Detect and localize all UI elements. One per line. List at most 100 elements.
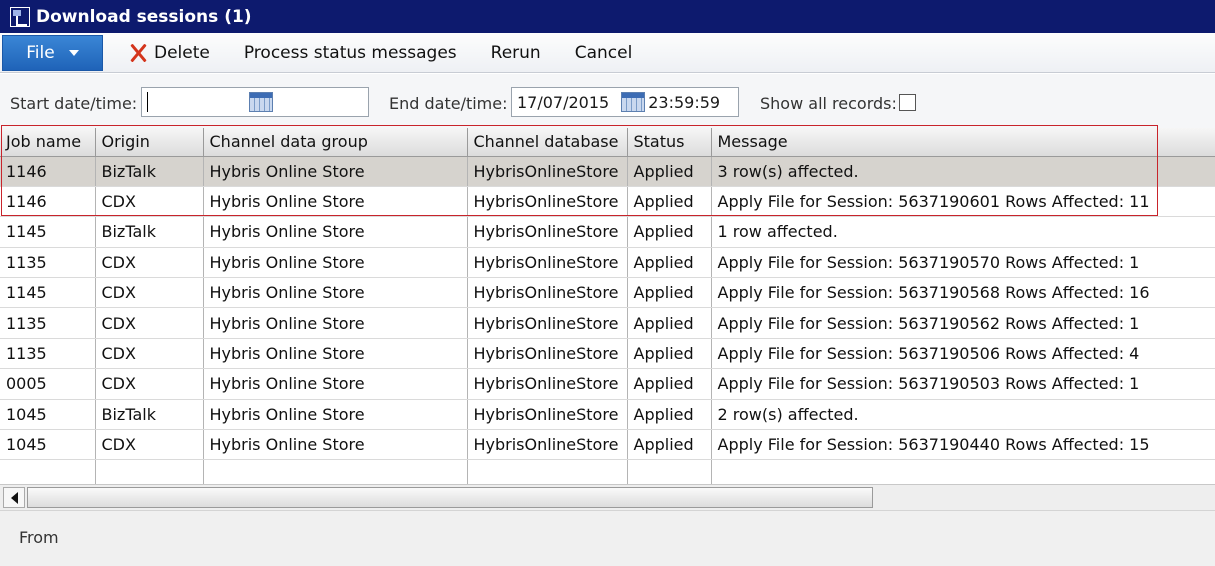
status-cell[interactable]: Applied	[627, 307, 712, 339]
message-cell[interactable]: Apply File for Session: 5637190562 Rows …	[711, 307, 1215, 339]
channel-database-cell[interactable]: HybrisOnlineStore	[467, 277, 628, 309]
job-name-cell[interactable]: 1135	[0, 307, 96, 339]
table-row[interactable]: 1145 BizTalk Hybris Online Store HybrisOnli…	[0, 216, 1215, 248]
job-name-cell[interactable]: 1146	[0, 156, 96, 187]
status-cell[interactable]: Applied	[627, 338, 712, 370]
job-name-cell[interactable]: 1135	[0, 338, 96, 370]
status-cell[interactable]: Applied	[627, 399, 712, 431]
origin-cell[interactable]: CDX	[95, 307, 204, 339]
channel-database-cell[interactable]: HybrisOnlineStore	[467, 186, 628, 218]
horizontal-scrollbar[interactable]	[0, 484, 1215, 510]
channel-data-group-cell[interactable]: Hybris Online Store	[203, 338, 468, 370]
start-calendar-icon[interactable]	[249, 92, 273, 112]
file-button-label: File	[26, 42, 55, 63]
process-button-label: Process status messages	[243, 42, 457, 63]
status-cell[interactable]: Applied	[627, 277, 712, 309]
origin-cell[interactable]: CDX	[95, 277, 204, 309]
job-name-cell[interactable]: 1145	[0, 277, 96, 309]
origin-cell[interactable]: BizTalk	[95, 216, 204, 248]
status-cell[interactable]: Applied	[627, 247, 712, 279]
channel-data-group-cell[interactable]: Hybris Online Store	[203, 216, 468, 248]
message-cell[interactable]: Apply File for Session: 5637190568 Rows …	[711, 277, 1215, 309]
job-name-cell[interactable]: 1045	[0, 399, 96, 431]
message-cell[interactable]: Apply File for Session: 5637190503 Rows …	[711, 368, 1215, 400]
scroll-left-arrow-icon[interactable]	[3, 487, 25, 508]
channel-data-group-cell[interactable]: Hybris Online Store	[203, 368, 468, 400]
channel-database-cell[interactable]: HybrisOnlineStore	[467, 247, 628, 279]
rerun-button[interactable]: Rerun	[474, 35, 558, 71]
status-cell[interactable]: Applied	[627, 186, 712, 218]
end-datetime-label: End date/time:	[389, 94, 508, 113]
origin-cell[interactable]: BizTalk	[95, 156, 204, 187]
channel-data-group-cell[interactable]: Hybris Online Store	[203, 247, 468, 279]
empty-cell	[203, 459, 468, 484]
channel-database-cell[interactable]: HybrisOnlineStore	[467, 429, 628, 461]
channel-database-cell[interactable]: HybrisOnlineStore	[467, 156, 628, 187]
channel-database-cell[interactable]: HybrisOnlineStore	[467, 399, 628, 431]
column-header-message[interactable]: Message	[711, 128, 1215, 157]
origin-cell[interactable]: CDX	[95, 247, 204, 279]
message-cell[interactable]: Apply File for Session: 5637190601 Rows …	[711, 186, 1215, 218]
status-cell[interactable]: Applied	[627, 429, 712, 461]
table-body: 1146 BizTalk Hybris Online Store HybrisOnli…	[0, 156, 1215, 484]
delete-button[interactable]: Delete	[111, 35, 227, 71]
column-header-status[interactable]: Status	[627, 128, 712, 157]
message-cell[interactable]: 2 row(s) affected.	[711, 399, 1215, 431]
column-header-job-name[interactable]: Job name	[0, 128, 96, 157]
channel-data-group-cell[interactable]: Hybris Online Store	[203, 307, 468, 339]
job-name-cell[interactable]: 1145	[0, 216, 96, 248]
channel-database-cell[interactable]: HybrisOnlineStore	[467, 338, 628, 370]
show-all-records-checkbox[interactable]	[899, 94, 916, 111]
table-row[interactable]: 0005 CDX Hybris Online Store HybrisOnlineSt…	[0, 368, 1215, 400]
message-cell[interactable]: 1 row affected.	[711, 216, 1215, 248]
message-cell[interactable]: Apply File for Session: 5637190570 Rows …	[711, 247, 1215, 279]
status-cell[interactable]: Applied	[627, 368, 712, 400]
end-calendar-icon[interactable]	[621, 92, 645, 112]
rerun-button-label: Rerun	[490, 42, 541, 63]
app-window-icon	[10, 6, 30, 27]
process-status-messages-button[interactable]: Process status messages	[227, 35, 474, 71]
job-name-cell[interactable]: 1146	[0, 186, 96, 218]
filter-bar: Start date/time: End date/time: 17/07/20…	[0, 74, 1215, 128]
status-cell[interactable]: Applied	[627, 156, 712, 187]
origin-cell[interactable]: CDX	[95, 368, 204, 400]
table-row[interactable]: 1045 BizTalk Hybris Online Store HybrisOnli…	[0, 399, 1215, 431]
table-row[interactable]: 1135 CDX Hybris Online Store HybrisOnlineSt…	[0, 307, 1215, 339]
job-name-cell[interactable]: 1045	[0, 429, 96, 461]
empty-cell	[711, 459, 1215, 484]
empty-cell	[95, 459, 204, 484]
sessions-grid: Job name Origin Channel data group Chann…	[0, 128, 1215, 484]
job-name-cell[interactable]: 1135	[0, 247, 96, 279]
channel-database-cell[interactable]: HybrisOnlineStore	[467, 216, 628, 248]
channel-data-group-cell[interactable]: Hybris Online Store	[203, 429, 468, 461]
table-row[interactable]: 1135 CDX Hybris Online Store HybrisOnlineSt…	[0, 247, 1215, 279]
table-row[interactable]: 1135 CDX Hybris Online Store HybrisOnlineSt…	[0, 338, 1215, 370]
table-row[interactable]: 1146 BizTalk Hybris Online Store HybrisOnli…	[0, 156, 1215, 187]
message-cell[interactable]: Apply File for Session: 5637190506 Rows …	[711, 338, 1215, 370]
job-name-cell[interactable]: 0005	[0, 368, 96, 400]
window-title: Download sessions (1)	[36, 6, 252, 27]
origin-cell[interactable]: CDX	[95, 186, 204, 218]
table-row[interactable]: 1045 CDX Hybris Online Store HybrisOnlineSt…	[0, 429, 1215, 461]
origin-cell[interactable]: CDX	[95, 338, 204, 370]
table-row[interactable]: 1145 CDX Hybris Online Store HybrisOnlineSt…	[0, 277, 1215, 309]
channel-data-group-cell[interactable]: Hybris Online Store	[203, 156, 468, 187]
end-date-value: 17/07/2015	[517, 92, 610, 112]
origin-cell[interactable]: BizTalk	[95, 399, 204, 431]
scrollbar-thumb[interactable]	[27, 487, 873, 508]
file-menu-button[interactable]: File	[2, 34, 103, 71]
column-header-channel-database[interactable]: Channel database	[467, 128, 628, 157]
status-cell[interactable]: Applied	[627, 216, 712, 248]
table-row[interactable]: 1146 CDX Hybris Online Store HybrisOnlineSt…	[0, 186, 1215, 218]
channel-data-group-cell[interactable]: Hybris Online Store	[203, 399, 468, 431]
column-header-origin[interactable]: Origin	[95, 128, 204, 157]
origin-cell[interactable]: CDX	[95, 429, 204, 461]
cancel-button[interactable]: Cancel	[558, 35, 650, 71]
message-cell[interactable]: Apply File for Session: 5637190440 Rows …	[711, 429, 1215, 461]
channel-database-cell[interactable]: HybrisOnlineStore	[467, 307, 628, 339]
column-header-channel-data-group[interactable]: Channel data group	[203, 128, 468, 157]
channel-data-group-cell[interactable]: Hybris Online Store	[203, 186, 468, 218]
message-cell[interactable]: 3 row(s) affected.	[711, 156, 1215, 187]
channel-database-cell[interactable]: HybrisOnlineStore	[467, 368, 628, 400]
channel-data-group-cell[interactable]: Hybris Online Store	[203, 277, 468, 309]
